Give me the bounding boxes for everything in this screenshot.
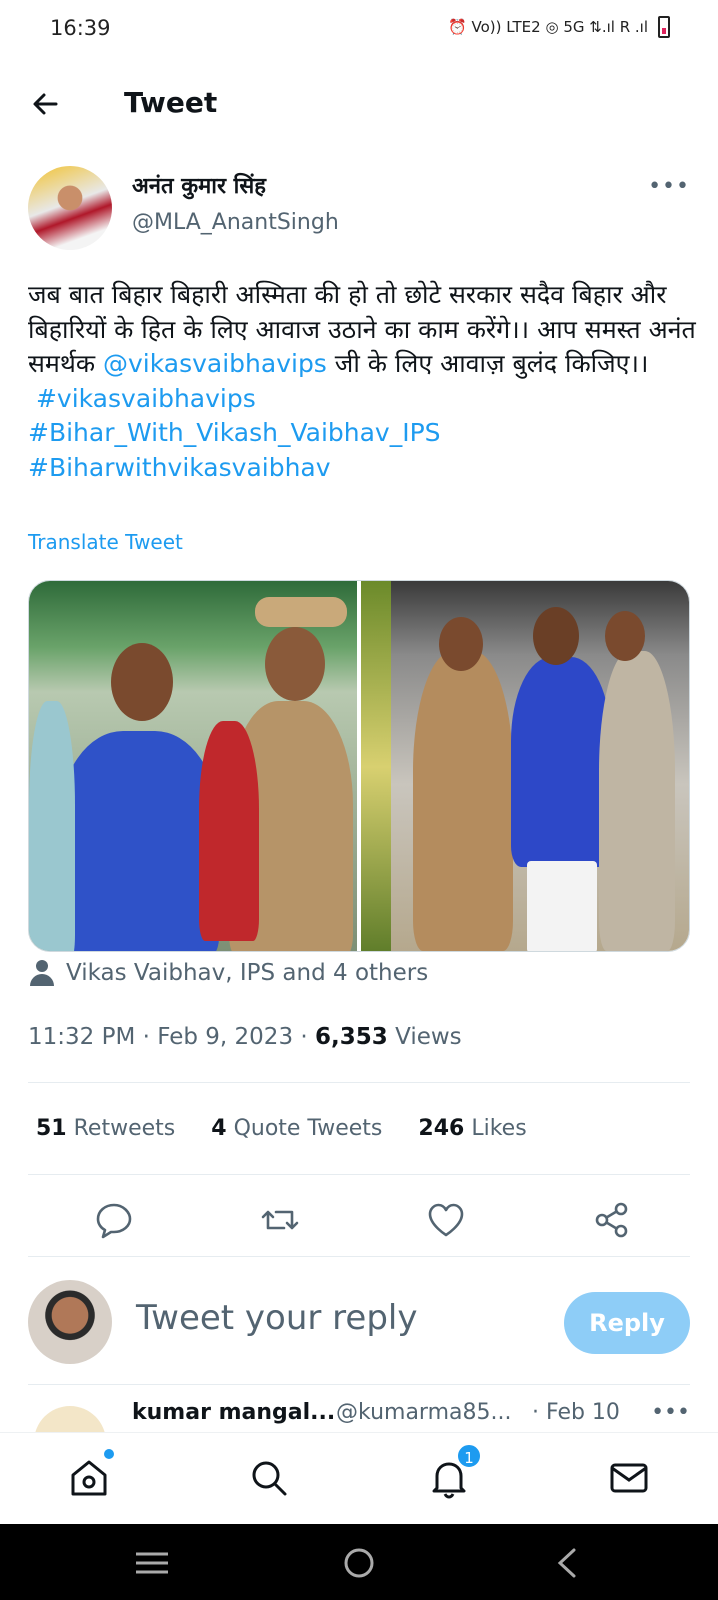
views-count: 6,353 bbox=[315, 1024, 388, 1050]
tweet-photo[interactable] bbox=[361, 581, 689, 951]
tweet-photo[interactable] bbox=[29, 581, 357, 951]
retweet-icon[interactable] bbox=[256, 1196, 304, 1244]
like-heart-icon[interactable] bbox=[422, 1196, 470, 1244]
recent-apps-icon[interactable] bbox=[132, 1546, 172, 1580]
search-icon[interactable] bbox=[246, 1455, 292, 1501]
tweet-author: अनंत कुमार सिंह @MLA_AnantSingh ••• bbox=[28, 166, 690, 256]
user-avatar[interactable] bbox=[28, 1280, 112, 1364]
figure-shape bbox=[59, 731, 219, 951]
status-indicators: ⏰ Vo)) LTE2 ◎ 5G ⇅.ıl R .ıl bbox=[448, 18, 648, 36]
figure-shape bbox=[413, 651, 513, 951]
retweets-count: 51 bbox=[36, 1116, 67, 1141]
figure-shape bbox=[29, 701, 75, 951]
status-icons: ⏰ Vo)) LTE2 ◎ 5G ⇅.ıl R .ıl bbox=[448, 16, 670, 38]
system-navigation-bar bbox=[0, 1524, 718, 1600]
quotes-stat[interactable]: 4 Quote Tweets bbox=[211, 1116, 382, 1141]
liked-by-row[interactable]: Vikas Vaibhav, IPS and 4 others bbox=[30, 960, 428, 986]
back-chevron-icon[interactable] bbox=[548, 1546, 588, 1580]
reply-composer: Tweet your reply Reply bbox=[28, 1280, 690, 1370]
divider bbox=[28, 1174, 690, 1175]
divider bbox=[28, 1082, 690, 1083]
figure-shape bbox=[265, 627, 325, 701]
views-label: Views bbox=[395, 1024, 462, 1050]
top-bar: Tweet bbox=[0, 74, 718, 134]
new-content-dot bbox=[104, 1449, 114, 1459]
translate-tweet-link[interactable]: Translate Tweet bbox=[28, 530, 183, 554]
author-name[interactable]: अनंत कुमार सिंह bbox=[132, 170, 266, 200]
figure-shape bbox=[199, 721, 259, 941]
likes-label: Likes bbox=[471, 1116, 527, 1141]
status-bar: 16:39 ⏰ Vo)) LTE2 ◎ 5G ⇅.ıl R .ıl bbox=[0, 0, 718, 60]
share-icon[interactable] bbox=[588, 1196, 636, 1244]
person-icon bbox=[30, 960, 54, 986]
reply-author-avatar[interactable] bbox=[34, 1406, 106, 1432]
divider bbox=[28, 1256, 690, 1257]
retweets-label: Retweets bbox=[73, 1116, 176, 1141]
figure-shape bbox=[439, 617, 483, 671]
mention-link[interactable]: @vikasvaibhavips bbox=[103, 349, 327, 378]
likes-count: 246 bbox=[418, 1116, 465, 1141]
reply-input[interactable]: Tweet your reply bbox=[136, 1298, 417, 1338]
reply-author-handle[interactable]: @kumarma85... bbox=[336, 1400, 511, 1425]
notifications-bell-icon[interactable]: 1 bbox=[426, 1443, 482, 1501]
back-arrow-icon[interactable] bbox=[26, 84, 66, 124]
bottom-navigation: 1 bbox=[0, 1432, 718, 1524]
reply-button[interactable]: Reply bbox=[564, 1292, 690, 1354]
figure-shape bbox=[599, 651, 675, 951]
battery-icon bbox=[658, 16, 670, 38]
more-options-icon[interactable]: ••• bbox=[651, 1400, 690, 1425]
figure-shape bbox=[527, 861, 597, 951]
home-circle-icon[interactable] bbox=[339, 1546, 379, 1580]
status-time: 16:39 bbox=[50, 16, 111, 40]
comment-icon[interactable] bbox=[90, 1196, 138, 1244]
tweet-text-part2: जी के लिए आवाज़ बुलंद किजिए।। bbox=[326, 349, 649, 378]
hashtag-link[interactable]: #Biharwithvikasvaibhav bbox=[28, 453, 331, 482]
tweet-text: जब बात बिहार बिहारी अस्मिता की हो तो छोट… bbox=[28, 278, 698, 485]
messages-envelope-icon[interactable] bbox=[606, 1455, 652, 1501]
liked-by-text: Vikas Vaibhav, IPS and 4 others bbox=[66, 960, 429, 986]
tweet-media bbox=[28, 580, 690, 952]
reply-date: · Feb 10 bbox=[532, 1400, 620, 1425]
figure-shape bbox=[111, 643, 173, 721]
figure-shape bbox=[605, 611, 645, 661]
tweet-time: 11:32 PM bbox=[28, 1024, 136, 1050]
hashtag-link[interactable]: #Bihar_With_Vikash_Vaibhav_IPS bbox=[28, 418, 441, 447]
tweet-date: Feb 9, 2023 bbox=[157, 1024, 294, 1050]
likes-stat[interactable]: 246 Likes bbox=[418, 1116, 526, 1141]
page-title: Tweet bbox=[124, 86, 218, 119]
retweets-stat[interactable]: 51 Retweets bbox=[36, 1116, 175, 1141]
home-icon[interactable] bbox=[66, 1449, 114, 1501]
notifications-badge: 1 bbox=[456, 1443, 482, 1469]
author-handle[interactable]: @MLA_AnantSingh bbox=[132, 210, 339, 235]
tweet-meta: 11:32 PM · Feb 9, 2023 · 6,353 Views bbox=[28, 1024, 462, 1050]
quotes-count: 4 bbox=[211, 1116, 227, 1141]
figure-shape bbox=[361, 581, 391, 951]
figure-shape bbox=[533, 607, 579, 665]
figure-shape bbox=[511, 657, 611, 867]
reply-tweet[interactable]: kumar mangal... @kumarma85... · Feb 10 •… bbox=[28, 1400, 690, 1432]
reply-author-name[interactable]: kumar mangal... bbox=[132, 1400, 335, 1425]
tweet-stats: 51 Retweets 4 Quote Tweets 246 Likes bbox=[36, 1116, 527, 1141]
author-avatar[interactable] bbox=[28, 166, 112, 250]
hashtag-link[interactable]: #vikasvaibhavips bbox=[36, 384, 256, 413]
figure-shape bbox=[255, 597, 347, 627]
more-options-icon[interactable]: ••• bbox=[648, 174, 690, 199]
quotes-label: Quote Tweets bbox=[233, 1116, 383, 1141]
divider bbox=[28, 1384, 690, 1385]
tweet-actions bbox=[28, 1196, 690, 1246]
